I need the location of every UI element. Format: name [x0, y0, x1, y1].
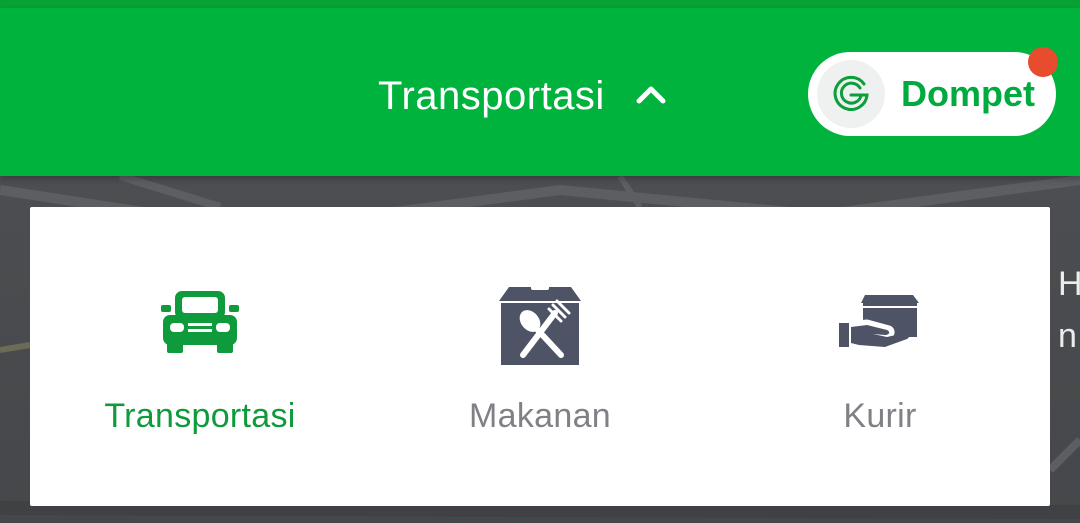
wallet-logo-icon	[817, 60, 885, 128]
wallet-button[interactable]: Dompet	[808, 47, 1058, 136]
service-makanan[interactable]: Makanan	[370, 207, 710, 506]
courier-package-icon	[835, 277, 925, 367]
service-switcher[interactable]: Transportasi	[378, 66, 667, 126]
wallet-label: Dompet	[901, 73, 1035, 114]
service-kurir[interactable]: Kurir	[710, 207, 1050, 506]
chevron-up-icon	[635, 83, 667, 110]
service-label: Makanan	[469, 397, 611, 435]
service-label: Kurir	[843, 397, 917, 435]
car-icon	[155, 277, 245, 367]
background-map-text: H n	[1058, 265, 1080, 355]
service-menu: Transportasi Makanan Kurir	[30, 207, 1050, 506]
food-box-icon	[495, 277, 585, 367]
service-transportasi[interactable]: Transportasi	[30, 207, 370, 506]
status-strip	[0, 0, 1080, 8]
app-header: Transportasi Dompet	[0, 8, 1080, 176]
service-label: Transportasi	[104, 397, 296, 435]
notification-badge	[1028, 47, 1058, 77]
page-title: Transportasi	[378, 73, 605, 118]
